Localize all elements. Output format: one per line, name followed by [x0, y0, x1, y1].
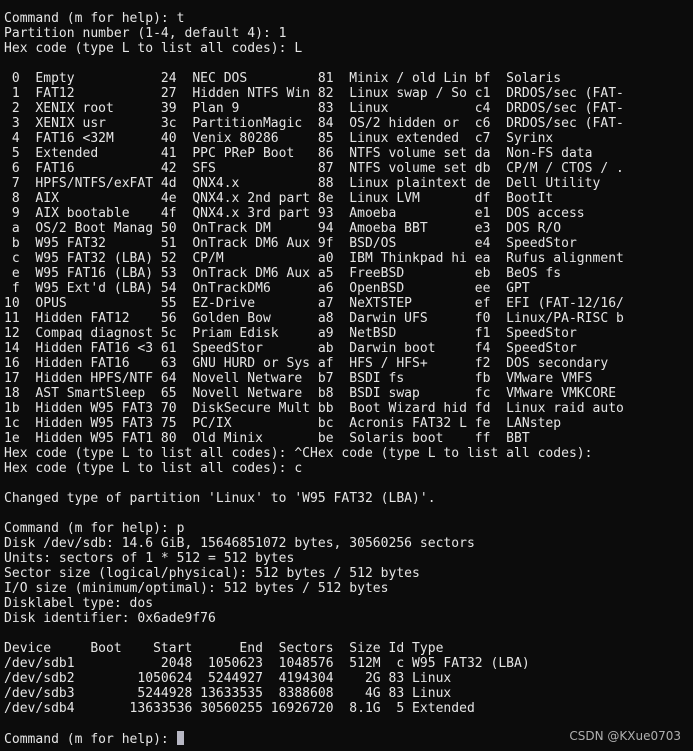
terminal-line: 18 AST SmartSleep 65 Novell Netware b8 B…: [4, 386, 617, 401]
terminal-line: 11 Hidden FAT12 56 Golden Bow a8 Darwin …: [4, 311, 624, 326]
terminal-line: Sector size (logical/physical): 512 byte…: [4, 566, 420, 581]
terminal-line: Device Boot Start End Sectors Size Id Ty…: [4, 641, 444, 656]
terminal-line: 3 XENIX usr 3c PartitionMagic 84 OS/2 hi…: [4, 116, 624, 131]
terminal-line: /dev/sdb2 1050624 5244927 4194304 2G 83 …: [4, 671, 452, 686]
terminal-line: 1 FAT12 27 Hidden NTFS Win 82 Linux swap…: [4, 86, 624, 101]
terminal-line: a OS/2 Boot Manag 50 OnTrack DM 94 Amoeb…: [4, 221, 562, 236]
block-cursor-icon: [176, 731, 184, 745]
terminal-line: Disklabel type: dos: [4, 596, 154, 611]
terminal-line: Disk /dev/sdb: 14.6 GiB, 15646851072 byt…: [4, 536, 475, 551]
terminal-line: I/O size (minimum/optimal): 512 bytes / …: [4, 581, 389, 596]
terminal-output: Command (m for help): t Partition number …: [4, 11, 693, 731]
terminal-line: 6 FAT16 42 SFS 87 NTFS volume set db CP/…: [4, 161, 624, 176]
terminal-line: 7 HPFS/NTFS/exFAT 4d QNX4.x 88 Linux pla…: [4, 176, 601, 191]
terminal-line: 5 Extended 41 PPC PReP Boot 86 NTFS volu…: [4, 146, 593, 161]
terminal-line: Hex code (type L to list all codes): L: [4, 41, 303, 56]
terminal-line: 16 Hidden FAT16 63 GNU HURD or Sys af HF…: [4, 356, 609, 371]
terminal-line: /dev/sdb1 2048 1050623 1048576 512M c W9…: [4, 656, 530, 671]
terminal-line: 0 Empty 24 NEC DOS 81 Minix / old Lin bf…: [4, 71, 562, 86]
watermark: CSDN @KXue0703: [569, 729, 681, 743]
terminal-line: Command (m for help): p: [4, 521, 185, 536]
terminal-line: 10 OPUS 55 EZ-Drive a7 NeXTSTEP ef EFI (…: [4, 296, 624, 311]
terminal-line: 1c Hidden W95 FAT3 75 PC/IX bc Acronis F…: [4, 416, 562, 431]
terminal-line: Hex code (type L to list all codes): c: [4, 461, 303, 476]
terminal-line: 4 FAT16 <32M 40 Venix 80286 85 Linux ext…: [4, 131, 554, 146]
terminal-line: Command (m for help): t: [4, 11, 185, 26]
terminal-line: e W95 FAT16 (LBA) 53 OnTrack DM6 Aux a5 …: [4, 266, 562, 281]
terminal-line: 17 Hidden HPFS/NTF 64 Novell Netware b7 …: [4, 371, 593, 386]
terminal-line: Units: sectors of 1 * 512 = 512 bytes: [4, 551, 295, 566]
terminal-line: Partition number (1-4, default 4): 1: [4, 26, 287, 41]
terminal-line: 14 Hidden FAT16 <3 61 SpeedStor ab Darwi…: [4, 341, 577, 356]
terminal-window[interactable]: Command (m for help): t Partition number …: [0, 0, 693, 751]
terminal-line: Hex code (type L to list all codes): ^CH…: [4, 446, 593, 461]
terminal-line: 1e Hidden W95 FAT1 80 Old Minix be Solar…: [4, 431, 530, 446]
terminal-line: /dev/sdb4 13633536 30560255 16926720 8.1…: [4, 701, 475, 716]
terminal-line: 1b Hidden W95 FAT3 70 DiskSecure Mult bb…: [4, 401, 624, 416]
terminal-line: c W95 FAT32 (LBA) 52 CP/M a0 IBM Thinkpa…: [4, 251, 624, 266]
terminal-line: 9 AIX bootable 4f QNX4.x 3rd part 93 Amo…: [4, 206, 585, 221]
terminal-line: /dev/sdb3 5244928 13633535 8388608 4G 83…: [4, 686, 452, 701]
prompt-text: Command (m for help):: [4, 732, 177, 747]
terminal-line: b W95 FAT32 51 OnTrack DM6 Aux 9f BSD/OS…: [4, 236, 577, 251]
terminal-line: 8 AIX 4e QNX4.x 2nd part 8e Linux LVM df…: [4, 191, 554, 206]
terminal-line: 2 XENIX root 39 Plan 9 83 Linux c4 DRDOS…: [4, 101, 624, 116]
terminal-line: 12 Compaq diagnost 5c Priam Edisk a9 Net…: [4, 326, 577, 341]
terminal-line: Changed type of partition 'Linux' to 'W9…: [4, 491, 436, 506]
terminal-line: f W95 Ext'd (LBA) 54 OnTrackDM6 a6 OpenB…: [4, 281, 530, 296]
terminal-line: Disk identifier: 0x6ade9f76: [4, 611, 216, 626]
